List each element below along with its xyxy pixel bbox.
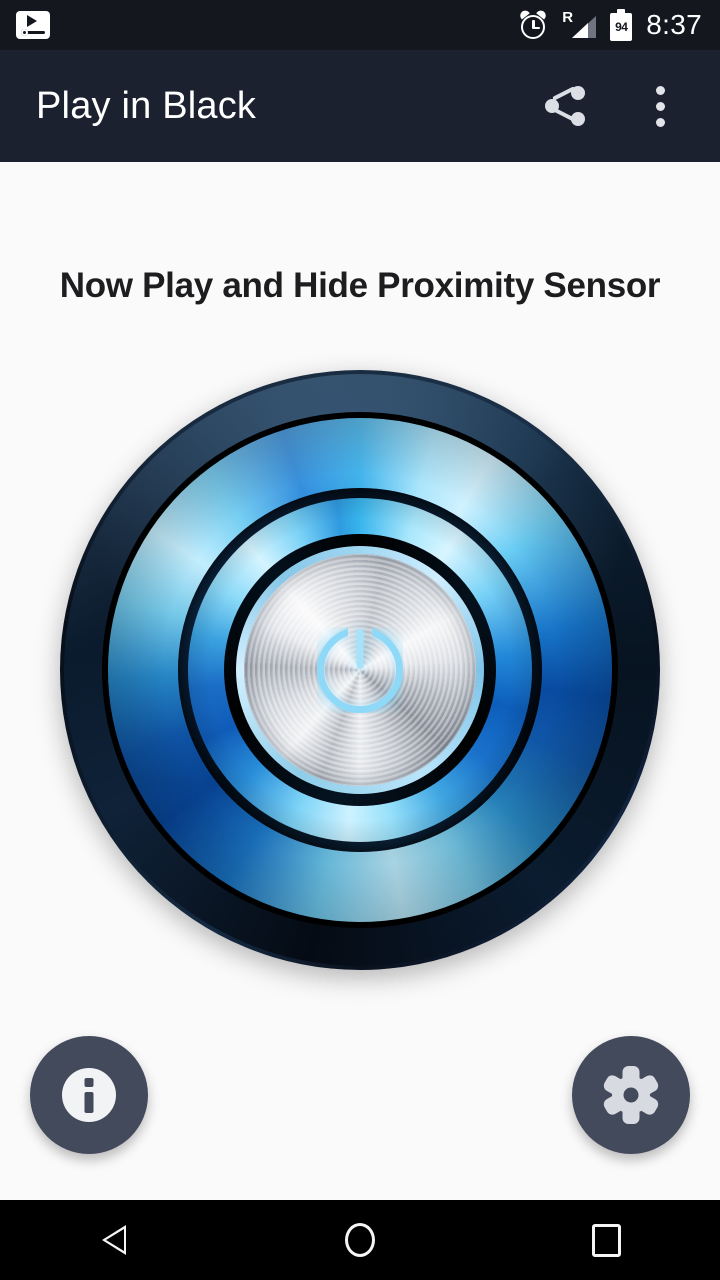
share-node-bottom — [571, 112, 585, 126]
dot-2 — [655, 101, 665, 111]
recents-button[interactable] — [568, 1202, 644, 1278]
share-node-left — [545, 99, 559, 113]
alarm-clock-icon — [518, 8, 549, 40]
status-bar: R 94 8:37 — [0, 0, 720, 50]
signal-roaming-icon: R — [562, 10, 597, 40]
gear-icon — [601, 1066, 661, 1124]
overflow-menu-button[interactable] — [624, 70, 696, 142]
battery-icon: 94 — [610, 9, 633, 41]
main-content: Now Play and Hide Proximity Sensor — [0, 162, 720, 1200]
dot-3 — [655, 117, 665, 127]
status-bar-system-icons: R 94 8:37 — [518, 8, 702, 41]
status-bar-clock: 8:37 — [646, 9, 702, 40]
seek-knob — [21, 29, 28, 36]
app-bar: Play in Black — [0, 50, 720, 162]
phone-screen: R 94 8:37 Play in Black Now Play and Hid… — [0, 0, 720, 1280]
signal-bars-filled — [572, 23, 589, 38]
dot-1 — [655, 85, 665, 95]
gear-center-hole — [623, 1087, 639, 1103]
info-button[interactable] — [30, 1036, 148, 1154]
share-icon — [543, 83, 589, 129]
home-button[interactable] — [322, 1202, 398, 1278]
recents-icon — [591, 1223, 621, 1257]
settings-button[interactable] — [572, 1036, 690, 1154]
info-icon — [62, 1068, 116, 1122]
back-icon — [102, 1225, 126, 1255]
navigation-bar — [0, 1200, 720, 1280]
app-bar-actions — [530, 70, 696, 142]
power-icon-stem — [356, 629, 364, 669]
battery-level-label: 94 — [615, 20, 628, 34]
more-vert-icon — [655, 85, 665, 127]
home-icon — [345, 1223, 375, 1257]
play-triangle — [27, 15, 37, 27]
page-headline: Now Play and Hide Proximity Sensor — [59, 266, 661, 305]
power-icon — [317, 627, 403, 713]
info-icon-dot — [84, 1078, 94, 1087]
status-bar-notifications — [16, 11, 50, 39]
share-button[interactable] — [530, 70, 602, 142]
share-node-top — [571, 86, 585, 100]
media-player-icon — [16, 11, 50, 39]
info-icon-stem — [84, 1092, 94, 1113]
app-title: Play in Black — [36, 84, 257, 127]
back-button[interactable] — [76, 1202, 152, 1278]
power-button[interactable] — [60, 370, 660, 970]
